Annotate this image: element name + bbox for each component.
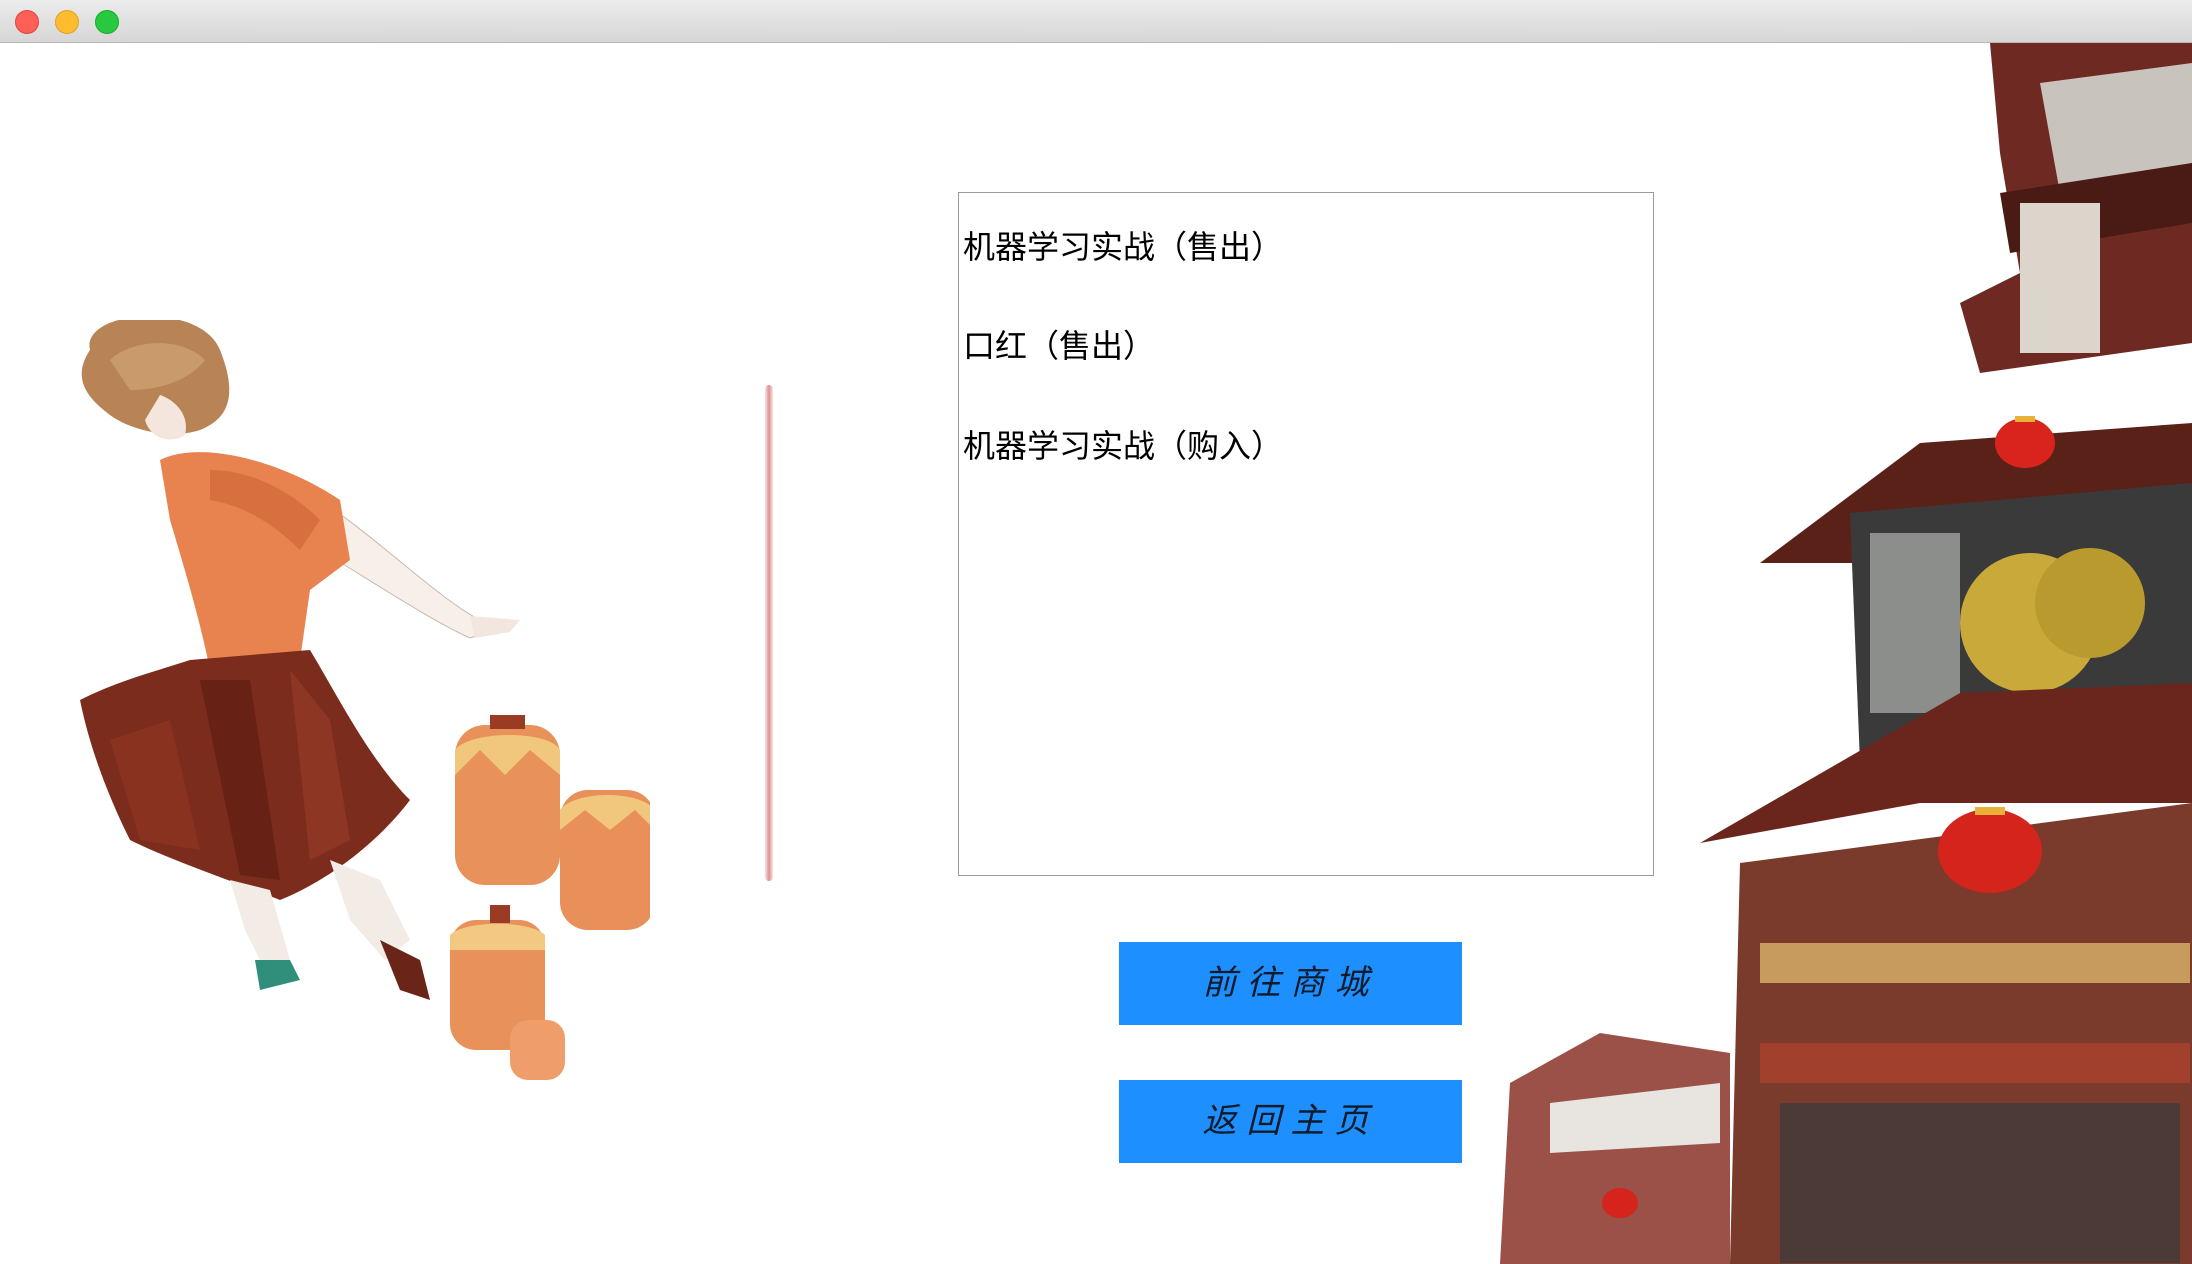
red-lantern-1 xyxy=(1995,416,2055,468)
maximize-dot-icon[interactable] xyxy=(95,10,119,34)
red-lantern-3 xyxy=(1602,1188,1638,1218)
girl-illustration xyxy=(80,320,650,1080)
record-list[interactable]: 机器学习实战（售出） 口红（售出） 机器学习实战（购入） xyxy=(958,192,1654,876)
minimize-dot-icon[interactable] xyxy=(55,10,79,34)
app-window: 机器学习实战（售出） 口红（售出） 机器学习实战（购入） 前往商城 返回主页 xyxy=(0,0,2192,1264)
list-item[interactable]: 口红（售出） xyxy=(963,326,1155,366)
title-bar xyxy=(0,0,2192,43)
go-mall-button[interactable]: 前往商城 xyxy=(1119,942,1462,1025)
list-item[interactable]: 机器学习实战（购入） xyxy=(963,426,1283,466)
red-lantern-2 xyxy=(1938,807,2042,893)
lantern-1 xyxy=(455,715,560,885)
lantern-4 xyxy=(510,1020,565,1080)
back-home-button[interactable]: 返回主页 xyxy=(1119,1080,1462,1163)
close-dot-icon[interactable] xyxy=(15,10,39,34)
list-item[interactable]: 机器学习实战（售出） xyxy=(963,227,1283,267)
lantern-2 xyxy=(560,790,650,930)
vertical-divider xyxy=(765,385,773,881)
